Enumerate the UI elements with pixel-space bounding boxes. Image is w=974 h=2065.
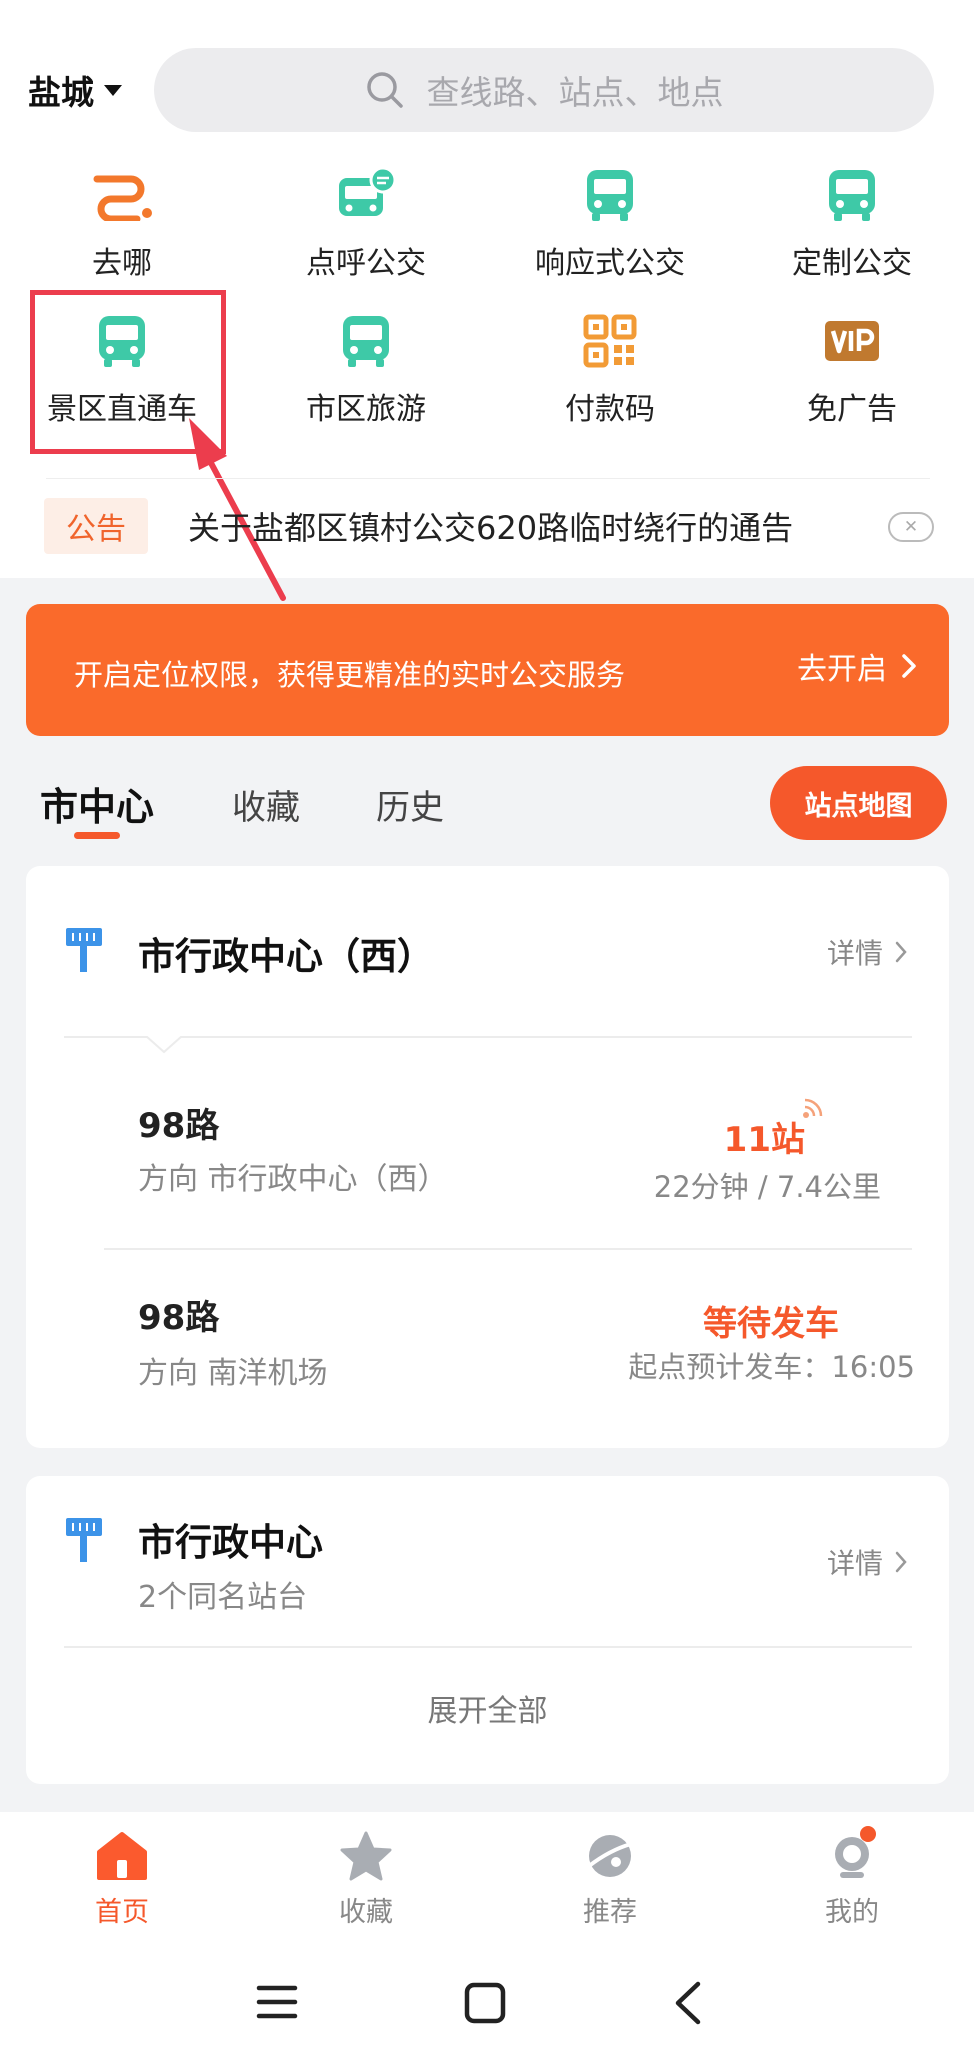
- bus-icon: [587, 170, 633, 221]
- chevron-right-icon: [895, 1551, 907, 1573]
- route-eta-sub: 22分钟 / 7.4公里: [653, 1170, 881, 1204]
- pointer-notch: [146, 1036, 182, 1054]
- quick-item-no-ads[interactable]: 免广告: [730, 306, 974, 428]
- back-icon[interactable]: [672, 1980, 704, 2026]
- nav-label: 首页: [95, 1897, 149, 1928]
- stop-name[interactable]: 市行政中心（西）: [138, 926, 434, 980]
- notice-tag: 公告: [44, 498, 148, 554]
- enable-location-button[interactable]: 去开启: [797, 644, 917, 688]
- chevron-down-icon: [104, 84, 122, 96]
- chevron-right-icon: [895, 941, 907, 963]
- bus-stop-sign-icon: [66, 1518, 102, 1562]
- bottom-nav: 首页 收藏 推荐 我的: [0, 1812, 974, 1942]
- quick-item-label: 定制公交: [792, 246, 912, 281]
- divider: [64, 1036, 912, 1038]
- home-square-icon[interactable]: [464, 1982, 506, 2024]
- quick-item-label: 点呼公交: [306, 246, 426, 281]
- tab-history[interactable]: 历史: [376, 780, 444, 829]
- nav-label: 我的: [825, 1897, 879, 1928]
- divider: [46, 478, 930, 479]
- nav-recommend[interactable]: 推荐: [530, 1830, 690, 1929]
- route-icon: [93, 175, 152, 221]
- route-row[interactable]: 98路 方向 市行政中心（西） 11站 22分钟 / 7.4公里: [26, 1056, 949, 1246]
- expand-all-button[interactable]: 展开全部: [26, 1686, 949, 1730]
- stop-detail-link[interactable]: 详情: [827, 932, 907, 972]
- route-eta-sub: 起点预计发车：16:05: [628, 1350, 915, 1384]
- tab-city-center[interactable]: 市中心: [40, 776, 154, 831]
- nav-home[interactable]: 首页: [42, 1830, 202, 1929]
- system-nav-bar: [0, 1942, 974, 2065]
- close-icon[interactable]: ✕: [888, 512, 934, 542]
- search-placeholder: 查线路、站点、地点: [426, 73, 724, 112]
- chevron-right-icon: [902, 654, 916, 678]
- stop-card: 市行政中心（西） 详情 98路 方向 市行政中心（西） 11站 22分钟 / 7…: [26, 866, 949, 1448]
- notification-dot: [860, 1826, 876, 1842]
- quick-item-where[interactable]: 去哪: [0, 160, 244, 282]
- quick-item-bus-call[interactable]: 点呼公交: [244, 160, 488, 282]
- bus-icon: [829, 170, 875, 221]
- search-input[interactable]: 查线路、站点、地点: [154, 48, 934, 132]
- stop-card: 市行政中心 2个同名站台 详情 展开全部: [26, 1476, 949, 1784]
- planet-icon: [587, 1835, 632, 1877]
- search-icon: [366, 72, 403, 108]
- route-name: 98路: [138, 1298, 220, 1338]
- route-direction: 方向 南洋机场: [138, 1356, 328, 1391]
- stop-name[interactable]: 市行政中心: [138, 1512, 323, 1566]
- tab-favorites[interactable]: 收藏: [232, 780, 300, 829]
- route-eta: 11站: [723, 1120, 805, 1160]
- stop-detail-link[interactable]: 详情: [827, 1542, 907, 1582]
- route-row[interactable]: 98路 方向 南洋机场 等待发车 起点预计发车：16:05: [26, 1250, 949, 1440]
- realtime-signal-icon: [803, 1098, 823, 1118]
- quick-item-responsive-bus[interactable]: 响应式公交: [488, 160, 732, 282]
- notice-text[interactable]: 关于盐都区镇村公交620路临时绕行的通告: [188, 503, 793, 549]
- bus-stop-sign-icon: [66, 928, 102, 972]
- menu-icon[interactable]: [256, 1982, 298, 2022]
- detail-label: 详情: [826, 937, 883, 970]
- location-permission-banner[interactable]: 开启定位权限，获得更精准的实时公交服务 去开启: [26, 604, 949, 736]
- city-selector[interactable]: 盐城: [28, 66, 122, 114]
- quick-item-label: 免广告: [807, 392, 897, 427]
- route-name: 98路: [138, 1106, 220, 1146]
- tab-active-indicator: [74, 832, 120, 839]
- vip-icon: [825, 321, 879, 361]
- enable-location-label: 去开启: [797, 652, 887, 687]
- bus-icon: [343, 316, 389, 367]
- quick-item-payment-code[interactable]: 付款码: [488, 306, 732, 428]
- qr-code-icon: [583, 314, 637, 368]
- nav-profile[interactable]: 我的: [772, 1830, 932, 1929]
- city-name: 盐城: [28, 73, 94, 112]
- home-icon: [97, 1832, 147, 1880]
- quick-item-label: 去哪: [92, 246, 152, 281]
- bus-call-icon: [339, 166, 397, 216]
- route-eta: 等待发车: [703, 1304, 839, 1344]
- divider: [64, 1646, 912, 1648]
- star-icon: [340, 1831, 392, 1881]
- quick-item-label: 响应式公交: [535, 246, 685, 281]
- banner-text: 开启定位权限，获得更精准的实时公交服务: [74, 658, 626, 692]
- nav-favorites[interactable]: 收藏: [286, 1830, 446, 1929]
- nav-label: 推荐: [583, 1897, 637, 1928]
- quick-item-label: 付款码: [565, 392, 655, 427]
- nav-label: 收藏: [339, 1897, 393, 1928]
- detail-label: 详情: [826, 1547, 883, 1580]
- stop-sub: 2个同名站台: [138, 1580, 308, 1615]
- stop-map-button[interactable]: 站点地图: [770, 766, 947, 840]
- quick-item-custom-bus[interactable]: 定制公交: [730, 160, 974, 282]
- route-direction: 方向 市行政中心（西）: [138, 1162, 448, 1197]
